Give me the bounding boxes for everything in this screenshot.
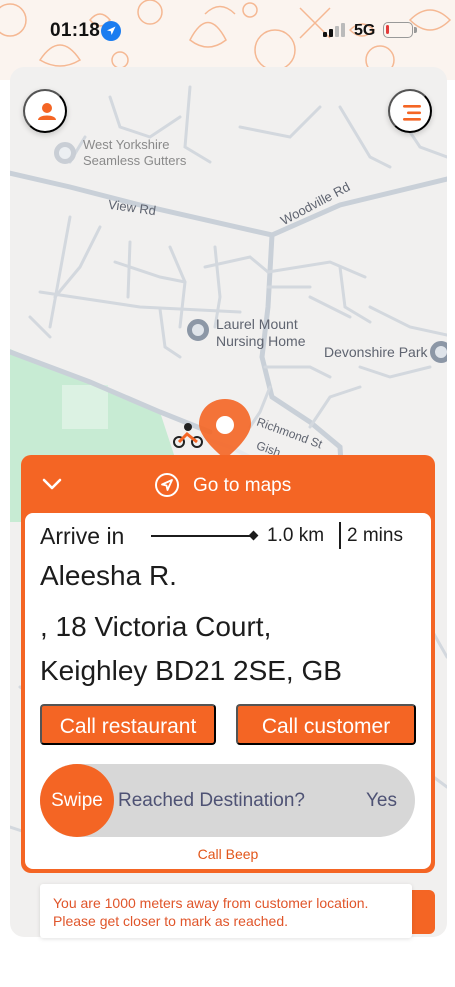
menu-button[interactable]: [388, 89, 432, 133]
arrive-label: Arrive in: [40, 523, 125, 549]
call-beep-link[interactable]: Call Beep: [25, 846, 431, 862]
navigation-icon: [155, 473, 179, 497]
status-bar: 01:18 5G: [0, 0, 455, 62]
delivery-sheet: Go to maps Arrive in 1.0 km 2 mins Alees…: [21, 455, 435, 873]
distance-warning-toast: You are 1000 meters away from customer l…: [40, 884, 412, 938]
distance-value: 1.0 km: [267, 525, 325, 546]
address-line-1: , 18 Victoria Court,: [40, 611, 272, 642]
map-label-poi: West Yorkshire Seamless Gutters: [83, 137, 187, 168]
profile-button[interactable]: [23, 89, 67, 133]
user-icon: [38, 103, 56, 120]
go-to-maps-label[interactable]: Go to maps: [193, 475, 291, 497]
delivery-address: , 18 Victoria Court, Keighley BD21 2SE, …: [40, 605, 342, 693]
delivery-card: Arrive in 1.0 km 2 mins Aleesha R. , 18 …: [25, 513, 431, 869]
call-customer-button[interactable]: Call customer: [236, 704, 416, 745]
chevron-down-icon[interactable]: [41, 475, 63, 493]
go-to-maps-bar[interactable]: Go to maps: [21, 455, 435, 513]
route-line: [151, 535, 253, 537]
swipe-confirm-label: Yes: [366, 790, 397, 811]
swipe-prompt: Reached Destination?: [118, 790, 305, 811]
address-line-2: Keighley BD21 2SE, GB: [40, 655, 342, 686]
toast-line-2: Please get closer to mark as reached.: [53, 913, 289, 929]
rider-icon: [173, 423, 203, 448]
location-arrow-icon: [101, 21, 121, 41]
customer-name: Aleesha R.: [40, 560, 177, 591]
signal-bars-icon: [323, 23, 345, 37]
battery-low-icon: [383, 22, 417, 38]
eta-value: 2 mins: [347, 525, 403, 546]
poi-pin-icon[interactable]: [187, 319, 209, 341]
reached-destination-slider[interactable]: Swipe Reached Destination? Yes: [40, 764, 415, 837]
screen: 01:18 5G West Yorkshire Seamless Gutters…: [0, 0, 455, 987]
toast-line-1: You are 1000 meters away from customer l…: [53, 895, 369, 911]
toast-accent: [412, 890, 435, 934]
call-restaurant-button[interactable]: Call restaurant: [40, 704, 216, 745]
poi-pin-icon[interactable]: [430, 341, 447, 363]
map-label-poi: Laurel Mount Nursing Home: [216, 316, 306, 349]
route-end-icon: [248, 530, 259, 541]
menu-icon: [403, 105, 421, 121]
map-pin-icon: [199, 399, 251, 459]
map-label-poi: Devonshire Park: [324, 344, 428, 360]
status-time: 01:18: [50, 20, 101, 41]
poi-pin-icon[interactable]: [54, 142, 76, 164]
divider: [339, 522, 341, 549]
swipe-handle[interactable]: Swipe: [40, 764, 114, 837]
network-type: 5G: [354, 22, 376, 39]
